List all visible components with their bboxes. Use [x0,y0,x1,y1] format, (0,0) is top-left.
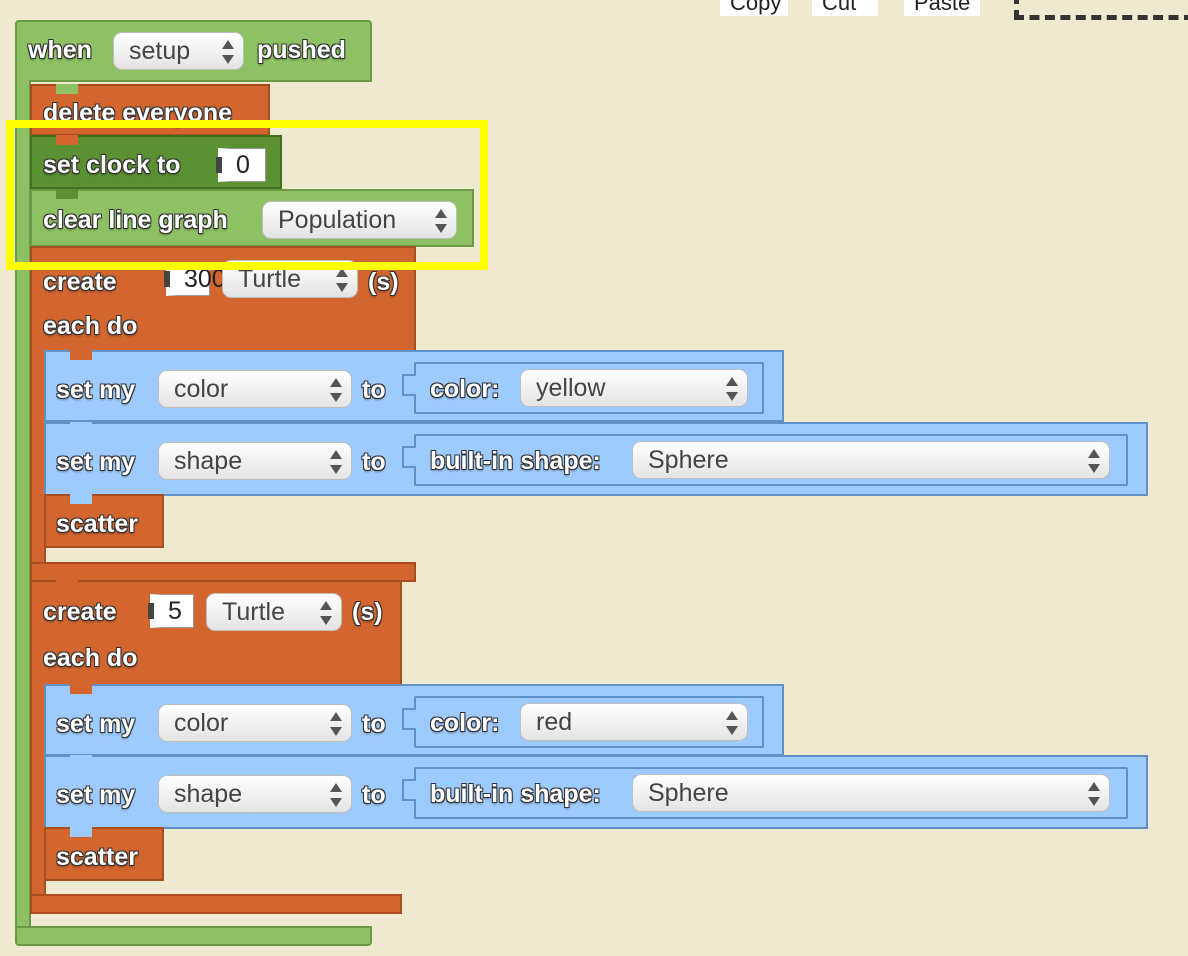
trash-drop-zone[interactable] [1014,0,1188,20]
pushed-label: pushed [257,36,346,64]
property-select[interactable]: color [158,370,352,408]
set-my-shape-block[interactable]: set my shape to built-in shape: Sphere [44,422,1148,496]
to-label: to [362,781,386,809]
select-arrows-icon [726,711,738,735]
color-select[interactable]: yellow [520,369,748,407]
button-select-value: setup [129,37,191,65]
suffix-label: (s) [368,268,399,296]
property-select[interactable]: shape [158,775,352,813]
to-label: to [362,710,386,738]
select-arrows-icon [330,712,342,736]
set-my-label: set my [56,781,136,809]
select-arrows-icon [320,601,332,625]
cut-button[interactable]: Cut [812,0,878,16]
create-label: create [43,268,117,296]
notch-icon [70,684,92,694]
notch-icon [56,84,78,94]
each-do-label: each do [43,312,138,340]
set-my-color-block[interactable]: set my color to color: red [44,684,784,756]
copy-button[interactable]: Copy [720,0,788,16]
shape-reporter-block[interactable]: built-in shape: Sphere [402,434,1128,486]
each-do-label: each do [43,644,138,672]
shape-reporter-label: built-in shape: [430,447,601,475]
color-reporter-label: color: [430,709,500,737]
shape-select[interactable]: Sphere [632,441,1110,479]
set-my-color-block[interactable]: set my color to color: yellow [44,350,784,422]
scatter-block[interactable]: scatter [44,494,164,548]
color-select[interactable]: red [520,703,748,741]
shape-select-value: Sphere [648,779,729,807]
notch-icon [70,350,92,360]
notch-icon [70,494,92,504]
select-arrows-icon [330,783,342,807]
create-count-input[interactable]: 5 [148,594,194,628]
select-arrows-icon [330,450,342,474]
set-my-label: set my [56,710,136,738]
breed-select[interactable]: Turtle [206,593,342,631]
color-select-value: red [536,708,573,736]
property-select[interactable]: color [158,704,352,742]
shape-select-value: Sphere [648,446,729,474]
color-select-value: yellow [536,374,606,402]
breed-select-value: Turtle [222,598,285,626]
scatter-label: scatter [56,510,138,538]
create-block[interactable]: create 5 Turtle (s) each do [30,580,402,686]
scatter-block[interactable]: scatter [44,827,164,881]
to-label: to [362,376,386,404]
property-select-value: color [174,709,229,737]
highlight-box [6,120,488,270]
property-select-value: shape [174,780,243,808]
notch-icon [70,827,92,837]
color-reporter-label: color: [430,375,500,403]
shape-reporter-label: built-in shape: [430,780,601,808]
property-select-value: color [174,375,229,403]
select-arrows-icon [1088,449,1100,473]
shape-select[interactable]: Sphere [632,774,1110,812]
select-arrows-icon [1088,782,1100,806]
notch-icon [70,755,92,765]
select-arrows-icon [336,268,348,292]
select-arrows-icon [330,378,342,402]
set-my-label: set my [56,448,136,476]
when-pushed-block[interactable]: when setup pushed [15,20,372,82]
suffix-label: (s) [352,598,383,626]
scatter-label: scatter [56,843,138,871]
shape-reporter-block[interactable]: built-in shape: Sphere [402,767,1128,819]
when-label: when [28,36,92,64]
notch-icon [56,580,78,590]
select-arrows-icon [726,377,738,401]
paste-button[interactable]: Paste [904,0,980,16]
to-label: to [362,448,386,476]
when-block-footer [15,926,372,946]
property-select[interactable]: shape [158,442,352,480]
create-block-footer [30,562,416,582]
notch-icon [70,422,92,432]
color-reporter-block[interactable]: color: red [402,696,764,748]
set-my-label: set my [56,376,136,404]
property-select-value: shape [174,447,243,475]
create-block-footer [30,894,402,914]
color-reporter-block[interactable]: color: yellow [402,362,764,414]
set-my-shape-block[interactable]: set my shape to built-in shape: Sphere [44,755,1148,829]
button-select[interactable]: setup [113,32,244,70]
create-label: create [43,598,117,626]
select-arrows-icon [222,40,234,64]
